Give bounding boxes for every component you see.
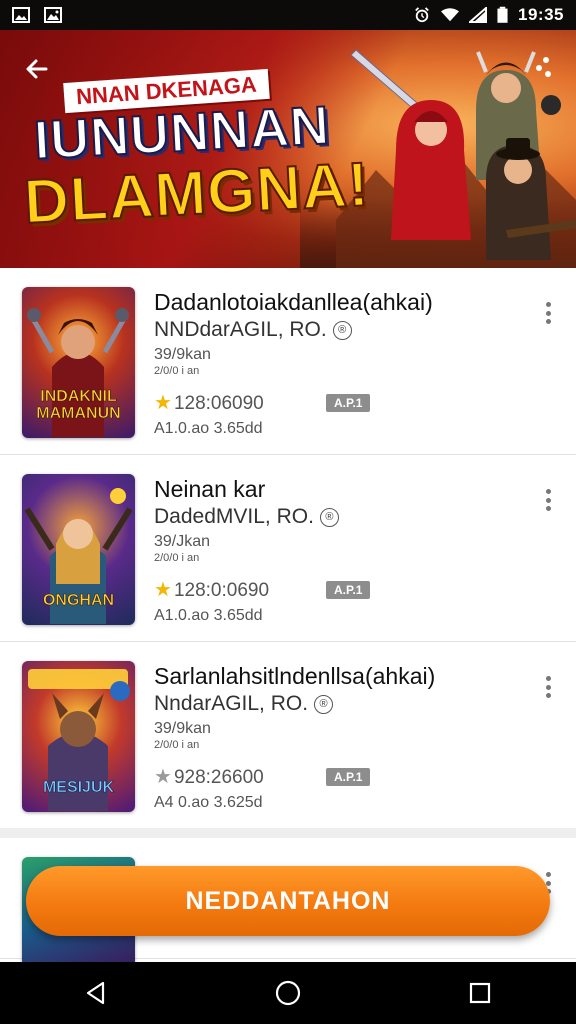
signal-icon [469,7,488,23]
nav-back-button[interactable] [66,968,126,1018]
image-icon [12,7,30,23]
list-item[interactable]: INDAKNIL MAMANUN Dadanlotoiakdanllea(ahk… [0,268,576,455]
game-title[interactable]: Neinan kar [154,476,494,503]
game-list: INDAKNIL MAMANUN Dadanlotoiakdanllea(ahk… [0,268,576,967]
game-thumbnail[interactable]: ONGHAN [22,474,135,625]
share-icon [536,57,551,77]
primary-action-button[interactable]: NEDDANTAHON [26,866,550,936]
game-meta: 39/9kan 2/0/0 i an [154,346,211,378]
game-size: A1.0.ao 3.65dd [154,607,263,624]
game-thumbnail[interactable]: MESIJUK [22,661,135,812]
registered-badge: ® [314,694,334,714]
game-thumbnail[interactable]: INDAKNIL MAMANUN [22,287,135,438]
arrow-left-icon [26,59,48,79]
nav-recents-button[interactable] [450,968,510,1018]
thumbnail-title: ONGHAN [42,592,115,610]
wifi-icon [441,8,460,22]
more-options-button[interactable] [538,672,558,702]
nav-recents-icon [469,982,491,1004]
game-title[interactable]: Sarlanlahsitlndenllsa(ahkai) [154,663,494,690]
system-navigation-bar [0,962,576,1024]
section-divider [0,828,576,838]
rating: ★ 928:26600 [154,766,264,788]
gallery-icon [44,7,62,23]
back-button[interactable] [20,52,54,86]
share-button[interactable] [528,52,558,82]
developer-name: NndarAGIL, RO. ® [154,692,334,716]
thumbnail-title: MESIJUK [42,779,115,797]
registered-badge: ® [332,320,352,340]
hero-banner: NNAN DKENAGA IUNUNNAN DLAMGNA! [0,30,576,268]
star-icon: ★ [154,392,172,414]
more-vert-icon [545,676,551,681]
star-icon: ★ [154,766,172,788]
alarm-icon [415,7,429,23]
list-item[interactable]: ONGHAN Neinan kar DadedMVIL, RO. ® 39/Jka… [0,455,576,642]
more-vert-icon [545,302,551,307]
registered-badge: ® [319,507,339,527]
status-bar: 19:35 [0,0,576,30]
more-vert-icon [545,872,551,877]
game-meta: 39/Jkan 2/0/0 i an [154,533,211,565]
thumbnail-title: INDAKNIL MAMANUN [36,388,121,423]
list-item[interactable]: MESIJUK Sarlanlahsitlndenllsa(ahkai) Nnd… [0,642,576,828]
nav-back-icon [86,981,105,1005]
star-icon: ★ [154,579,172,601]
nav-home-icon [275,980,301,1006]
age-rating-tag: A.P.1 [326,581,371,599]
more-options-button[interactable] [538,298,558,328]
nav-home-button[interactable] [258,968,318,1018]
more-vert-icon [545,489,551,494]
game-title[interactable]: Dadanlotoiakdanllea(ahkai) [154,289,494,316]
rating: ★ 128:0:0690 [154,579,270,601]
game-size: A1.0.ao 3.65dd [154,420,263,437]
battery-icon [497,6,508,23]
more-options-button[interactable] [538,485,558,515]
age-rating-tag: A.P.1 [326,394,371,412]
developer-name: NNDdarAGIL, RO. ® [154,318,352,342]
age-rating-tag: A.P.1 [326,768,371,786]
clock: 19:35 [518,5,564,24]
rating: ★ 128:06090 [154,392,264,414]
game-meta: 39/9kan 2/0/0 i an [154,720,211,752]
game-size: A4 0.ao 3.625d [154,794,263,811]
developer-name: DadedMVIL, RO. ® [154,505,339,529]
